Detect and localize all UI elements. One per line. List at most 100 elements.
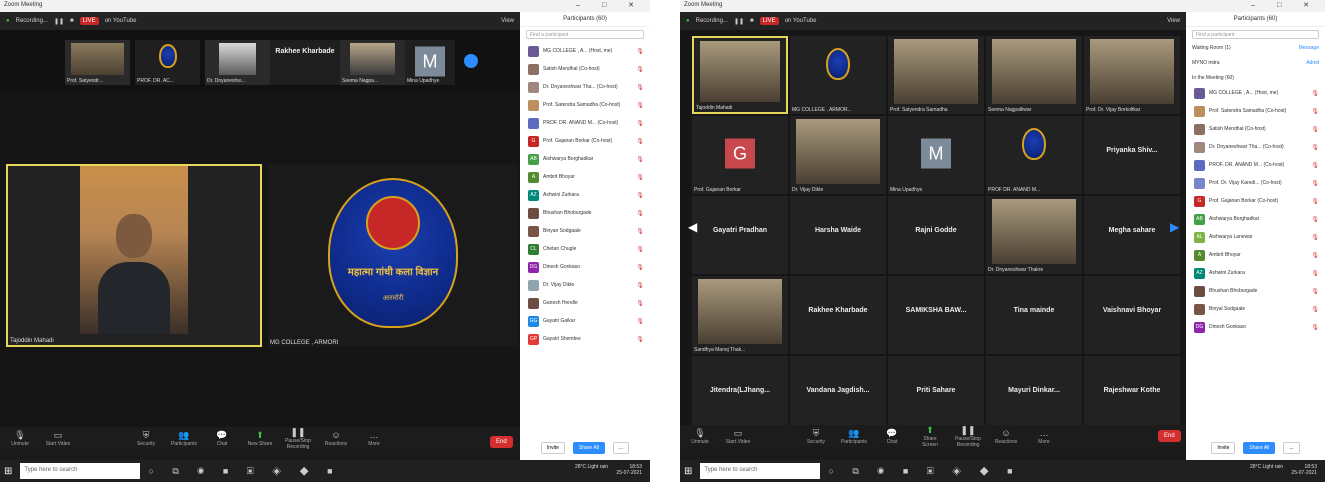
shield-icon[interactable]: ● (6, 18, 10, 24)
emblem-tile[interactable]: महात्मा गांधी कला विज्ञान आरमोरी MG COLL… (268, 164, 518, 347)
video-tile[interactable]: Prof. Satyendra Samadha (888, 36, 984, 114)
search-input[interactable]: Find a participant (526, 30, 644, 39)
message-button[interactable]: Message (1299, 45, 1319, 51)
participant-row[interactable]: Binyal Sodgaale 🎙 (1186, 300, 1325, 318)
participant-row[interactable]: CL Chetan Chugle 🎙 (520, 240, 650, 258)
muted-microphone-icon[interactable]: 🎙 (636, 246, 644, 253)
participant-row[interactable]: Dr. Dnyaneshwar Tha... (Co-host) 🎙 (1186, 138, 1325, 156)
participant-row[interactable]: Dr. Dnyaneshwar Tha... (Co-host) 🎙 (520, 78, 650, 96)
video-tile[interactable]: Rakhee Kharbade (270, 40, 340, 85)
participant-row[interactable]: A Ambrit Bhoyar 🎙 (1186, 246, 1325, 264)
participant-row[interactable]: GG Gayatri Gaikar 🎙 (520, 312, 650, 330)
more-options-button[interactable]: ... (612, 442, 630, 454)
more-button[interactable]: … More (360, 430, 388, 447)
muted-microphone-icon[interactable]: 🎙 (636, 84, 644, 91)
next-page-icon[interactable]: ▶ (1170, 220, 1179, 234)
video-tile[interactable]: Vaishnavi Bhoyar (1084, 276, 1180, 354)
participant-row[interactable]: MG COLLEGE , A... (Host, me) 🎙 (1186, 84, 1325, 102)
more-options-button[interactable]: ... (1283, 442, 1300, 454)
live-on-label[interactable]: on YouTube (785, 18, 817, 24)
muted-microphone-icon[interactable]: 🎙 (636, 192, 644, 199)
muted-microphone-icon[interactable]: 🎙 (636, 66, 644, 73)
video-tile[interactable]: MG COLLEGE , ARMOR... (790, 36, 886, 114)
admit-button[interactable]: Admit (1306, 60, 1319, 66)
muted-microphone-icon[interactable]: 🎙 (636, 228, 644, 235)
participant-row[interactable]: PROF. DR. ANAND M... (Co-host) 🎙 (520, 114, 650, 132)
video-tile[interactable]: Vandana Jagdish... (790, 356, 886, 434)
muted-microphone-icon[interactable]: 🎙 (1311, 144, 1319, 151)
stop-icon[interactable]: ■ (750, 18, 754, 24)
share-all-button[interactable]: Share All (572, 442, 605, 454)
live-on-label[interactable]: on YouTube (105, 18, 137, 24)
video-tile[interactable]: Rakhee Kharbade (790, 276, 886, 354)
muted-microphone-icon[interactable]: 🎙 (1311, 288, 1319, 295)
view-button[interactable]: View (1167, 18, 1180, 24)
recording-button[interactable]: ❚❚ Pause/Stop Recording (284, 427, 312, 450)
reactions-button[interactable]: ☺ Reactions (322, 430, 350, 447)
shield-icon[interactable]: ● (686, 18, 690, 24)
muted-microphone-icon[interactable]: 🎙 (636, 138, 644, 145)
participant-row[interactable]: DG Dinesh Gonkaso 🎙 (520, 258, 650, 276)
muted-microphone-icon[interactable]: 🎙 (1311, 270, 1319, 277)
muted-microphone-icon[interactable]: 🎙 (1311, 180, 1319, 187)
pause-icon[interactable]: ❚❚ (734, 18, 744, 25)
participant-row[interactable]: AB Aishwarya Borghadkar 🎙 (520, 150, 650, 168)
video-tile[interactable]: G Prof. Gajanan Borkar (692, 116, 788, 194)
muted-microphone-icon[interactable]: 🎙 (1311, 126, 1319, 133)
invite-button[interactable]: Invite (540, 442, 565, 454)
participant-row[interactable]: Satish Mendhal (Co-host) 🎙 (520, 60, 650, 78)
taskbar-search[interactable]: Type here to search (700, 463, 821, 479)
end-button[interactable]: End (490, 436, 513, 448)
muted-microphone-icon[interactable]: 🎙 (1311, 252, 1319, 259)
unmute-button[interactable]: 🎙 Unmute (686, 428, 714, 445)
muted-microphone-icon[interactable]: 🎙 (1311, 90, 1319, 97)
taskbar-apps-icon[interactable]: ○ ⧉ ◉ ■ ▣ ◈ ◆ ■ (828, 466, 1020, 477)
search-input[interactable]: Find a participant (1192, 30, 1319, 39)
muted-microphone-icon[interactable]: 🎙 (636, 48, 644, 55)
chat-button[interactable]: 💬 Chat (878, 428, 906, 445)
participants-button[interactable]: 👥 Participants (170, 430, 198, 447)
windows-start-icon[interactable]: ⊞ (684, 466, 692, 477)
windows-start-icon[interactable]: ⊞ (4, 466, 12, 477)
muted-microphone-icon[interactable]: 🎙 (1311, 216, 1319, 223)
share-all-button[interactable]: Share All (1243, 442, 1276, 454)
video-tile[interactable]: Priyanka Shiv... (1084, 116, 1180, 194)
participant-row[interactable]: Prof. Satendra Samadha (Co-host) 🎙 (1186, 102, 1325, 120)
video-tile[interactable]: Rajeshwar Kothe (1084, 356, 1180, 434)
muted-microphone-icon[interactable]: 🎙 (636, 156, 644, 163)
view-button[interactable]: View (501, 18, 514, 24)
muted-microphone-icon[interactable]: 🎙 (636, 210, 644, 217)
participant-row[interactable]: Binyan Sodgaale 🎙 (520, 222, 650, 240)
video-tile[interactable]: Priti Sahare (888, 356, 984, 434)
participant-row[interactable]: Bhushan Bhoburgade 🎙 (520, 204, 650, 222)
waiting-room-label[interactable]: Waiting Room (1) (1192, 45, 1231, 51)
participant-row[interactable]: Prof. Satendra Samadha (Co-host) 🎙 (520, 96, 650, 114)
start-video-button[interactable]: ▭ Start Video (44, 430, 72, 447)
video-tile[interactable]: Mayuri Dinkar... (986, 356, 1082, 434)
video-tile[interactable]: Seema Nagpa... (340, 40, 405, 85)
taskbar-apps-icon[interactable]: ○ ⧉ ◉ ■ ▣ ◈ ◆ ■ (148, 466, 340, 477)
video-tile[interactable]: Dr. Dnyaneshwar Thakre (986, 196, 1082, 274)
muted-microphone-icon[interactable]: 🎙 (1311, 306, 1319, 313)
stop-icon[interactable]: ■ (70, 18, 74, 24)
participant-row[interactable]: Dr. Vijay Dikte 🎙 (520, 276, 650, 294)
share-screen-button[interactable]: ⬆ Share Screen (916, 425, 944, 448)
video-tile[interactable]: PROF. DR. AC... (135, 40, 200, 85)
chat-button[interactable]: 💬 Chat (208, 430, 236, 447)
muted-microphone-icon[interactable]: 🎙 (636, 174, 644, 181)
participants-button[interactable]: 👥 Participants (840, 428, 868, 445)
muted-microphone-icon[interactable]: 🎙 (636, 102, 644, 109)
recording-button[interactable]: ❚❚ Pause/Stop Recording (954, 425, 982, 448)
start-video-button[interactable]: ▭ Start Video (724, 428, 752, 445)
participant-row[interactable]: A Ambrit Bhoyar 🎙 (520, 168, 650, 186)
prev-page-icon[interactable]: ◀ (688, 220, 697, 234)
video-tile[interactable]: Tina mainde (986, 276, 1082, 354)
video-tile[interactable]: Jitendra(LJhang... (692, 356, 788, 434)
participant-row[interactable]: MG COLLEGE , A... (Host, me) 🎙 (520, 42, 650, 60)
taskbar-search[interactable]: Type here to search (20, 463, 141, 479)
more-button[interactable]: … More (1030, 428, 1058, 445)
video-tile[interactable]: Megha sahare (1084, 196, 1180, 274)
muted-microphone-icon[interactable]: 🎙 (636, 282, 644, 289)
participant-row[interactable]: AB Aishwarya Borghadkar 🎙 (1186, 210, 1325, 228)
muted-microphone-icon[interactable]: 🎙 (636, 264, 644, 271)
